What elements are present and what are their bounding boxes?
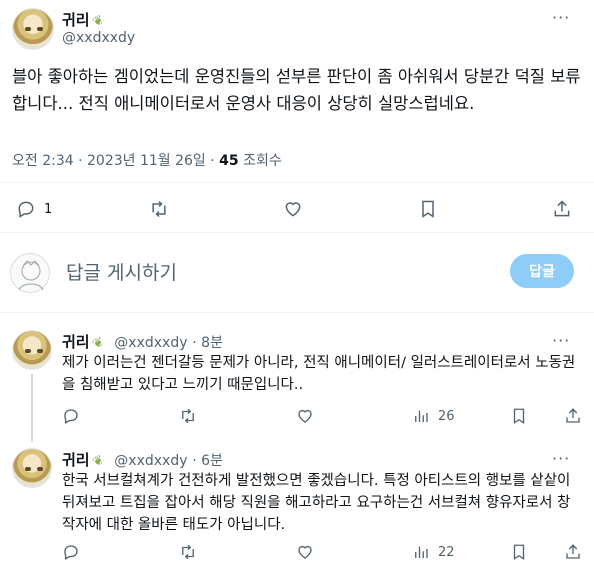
retweet-button[interactable] bbox=[148, 199, 170, 219]
reply-author-name[interactable]: 귀리 bbox=[62, 451, 90, 469]
reply-text: 한국 서브컬쳐계가 건전하게 발전했으면 좋겠습니다. 특정 아티스트의 행보를… bbox=[62, 473, 571, 533]
reply-header: 귀리❦ @xxdxxdy · 8분 bbox=[62, 331, 223, 353]
retweet-button[interactable] bbox=[178, 543, 198, 561]
divider bbox=[0, 312, 594, 313]
main-avatar[interactable] bbox=[12, 8, 54, 50]
reply-button[interactable] bbox=[62, 543, 80, 561]
leaf-icon: ❦ bbox=[89, 12, 107, 31]
retweet-icon bbox=[182, 408, 194, 424]
views-count: 26 bbox=[438, 408, 455, 424]
reply-icon bbox=[64, 409, 78, 424]
reply-avatar[interactable] bbox=[12, 448, 52, 488]
reply-icon bbox=[18, 201, 34, 218]
bookmark-icon bbox=[422, 200, 434, 218]
submit-reply-button[interactable]: 답글 bbox=[510, 254, 574, 288]
reply-button[interactable] bbox=[62, 407, 80, 425]
author-name: 귀리 bbox=[62, 11, 90, 29]
like-button[interactable] bbox=[283, 199, 303, 219]
compose-input[interactable]: 답글 게시하기 bbox=[66, 258, 177, 285]
reply-author-name[interactable]: 귀리 bbox=[62, 333, 90, 351]
like-button[interactable] bbox=[296, 407, 314, 425]
author-handle[interactable]: @xxdxxdy bbox=[62, 30, 135, 46]
more-icon[interactable]: ··· bbox=[552, 331, 570, 350]
reply-icon bbox=[64, 545, 78, 560]
like-button[interactable] bbox=[296, 543, 314, 561]
tweet-time[interactable]: 오전 2:34 · 2023년 11월 26일 · bbox=[12, 153, 219, 169]
main-tweet-text: 블아 좋아하는 겜이었는데 운영진들의 섣부른 판단이 좀 아쉬워서 당분간 덕… bbox=[12, 67, 581, 113]
divider bbox=[0, 182, 594, 183]
share-button[interactable] bbox=[564, 543, 582, 561]
reply-button[interactable]: 1 bbox=[16, 199, 52, 219]
retweet-icon bbox=[152, 200, 166, 218]
reply-avatar[interactable] bbox=[12, 330, 52, 370]
views-button[interactable]: 26 bbox=[412, 407, 455, 425]
share-icon bbox=[566, 408, 580, 423]
tweet-meta: 오전 2:34 · 2023년 11월 26일 · 45 조회수 bbox=[12, 150, 282, 170]
bookmark-button[interactable] bbox=[418, 199, 438, 219]
reply-count: 1 bbox=[44, 201, 53, 217]
more-icon[interactable]: ··· bbox=[552, 8, 570, 27]
compose-avatar bbox=[10, 253, 50, 293]
views-label: 조회수 bbox=[238, 153, 282, 169]
leaf-icon: ❦ bbox=[89, 334, 107, 353]
share-button[interactable] bbox=[564, 407, 582, 425]
heart-icon bbox=[298, 545, 312, 559]
reply-handle[interactable]: @xxdxxdy bbox=[114, 453, 187, 469]
reply-time[interactable]: · 8분 bbox=[192, 335, 223, 351]
reply-handle[interactable]: @xxdxxdy bbox=[114, 335, 187, 351]
bookmark-button[interactable] bbox=[510, 407, 528, 425]
heart-icon bbox=[298, 409, 312, 423]
retweet-icon bbox=[182, 544, 194, 560]
reply-text: 제가 이러는건 젠더갈등 문제가 아니라, 전직 애니메이터/ 일러스트레이터로… bbox=[62, 355, 576, 393]
reply-header: 귀리❦ @xxdxxdy · 6분 bbox=[62, 449, 223, 471]
views-count: 45 bbox=[219, 153, 239, 169]
bookmark-button[interactable] bbox=[510, 543, 528, 561]
share-icon bbox=[566, 544, 580, 559]
sketch-avatar-icon bbox=[18, 260, 44, 291]
bar-chart-icon bbox=[415, 546, 428, 558]
leaf-icon: ❦ bbox=[89, 452, 107, 471]
more-icon[interactable]: ··· bbox=[552, 449, 570, 468]
bookmark-icon bbox=[513, 544, 525, 561]
reply-time[interactable]: · 6분 bbox=[192, 453, 223, 469]
retweet-button[interactable] bbox=[178, 407, 198, 425]
share-button[interactable] bbox=[552, 199, 572, 219]
heart-icon bbox=[285, 202, 301, 217]
bar-chart-icon bbox=[415, 410, 428, 422]
views-button[interactable]: 22 bbox=[412, 543, 455, 561]
share-icon bbox=[554, 200, 570, 217]
divider bbox=[0, 232, 594, 233]
bookmark-icon bbox=[513, 408, 525, 425]
main-author[interactable]: 귀리❦ bbox=[62, 9, 107, 31]
thread-line bbox=[31, 374, 33, 442]
views-count: 22 bbox=[438, 544, 455, 560]
